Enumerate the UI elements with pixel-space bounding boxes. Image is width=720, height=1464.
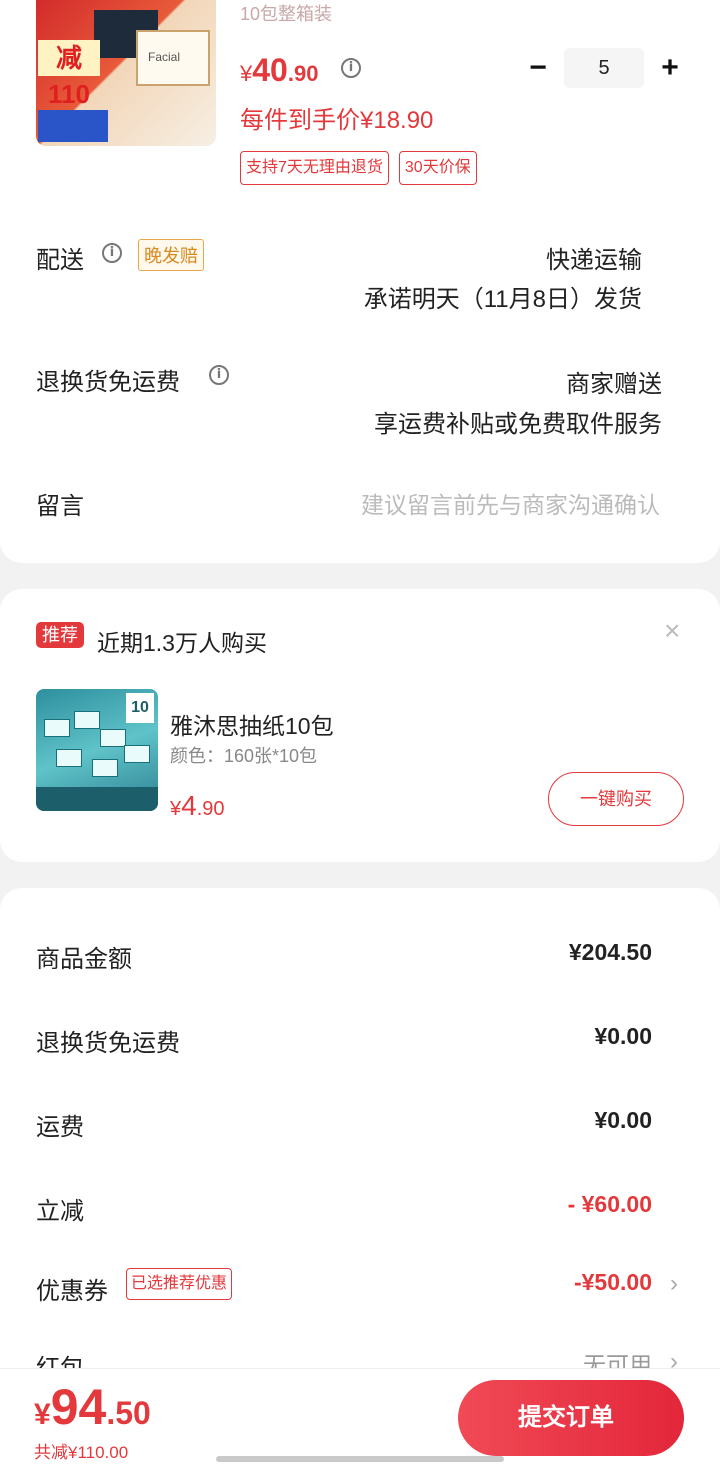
product-price: ¥40.90 — [240, 52, 318, 89]
image-bottom-bar — [36, 787, 158, 811]
product-image-label — [38, 110, 108, 126]
quantity-input[interactable]: 5 — [564, 48, 644, 88]
order-total: ¥94.50 — [34, 1378, 151, 1436]
image-pack — [124, 745, 150, 763]
return-shipping-desc: 享运费补贴或免费取件服务 — [374, 411, 662, 438]
price-integer: 40 — [252, 52, 288, 88]
chevron-right-icon[interactable]: › — [670, 1270, 678, 1298]
submit-order-button[interactable]: 提交订单 — [458, 1380, 684, 1456]
unit-price: 每件到手价¥18.90 — [240, 107, 434, 134]
quantity-stepper: − 5 + — [520, 48, 690, 88]
order-item-card: Facial 减110 10包整箱装 ¥40.90 i 每件到手价¥18.90 … — [0, 0, 720, 563]
goods-amount-value: ¥204.50 — [568, 939, 652, 965]
product-image[interactable]: Facial 减110 — [36, 0, 216, 146]
recommend-product-price: ¥4.90 — [170, 790, 225, 822]
close-icon[interactable]: × — [664, 616, 680, 646]
late-compensation-tag: 晚发赔 — [138, 239, 204, 271]
increase-button[interactable]: + — [652, 48, 688, 88]
product-image-brand: Facial — [148, 50, 181, 64]
goods-amount-label: 商品金额 — [36, 946, 132, 973]
product-image-label — [38, 126, 108, 142]
product-image-promo: 减110 — [38, 40, 100, 109]
recommend-product-name[interactable]: 雅沐思抽纸10包 — [170, 707, 334, 741]
price-currency: ¥ — [240, 61, 253, 86]
return-insurance-label: 退换货免运费 — [36, 1030, 180, 1057]
recommend-product-spec: 颜色：160张*10包 — [170, 746, 318, 766]
price-info-icon[interactable]: i — [341, 58, 361, 78]
price-integer: 4 — [181, 790, 197, 821]
message-label: 留言 — [36, 493, 84, 520]
recommend-title: 近期1.3万人购买 — [97, 630, 267, 656]
return-shipping-info-icon[interactable]: i — [209, 365, 229, 385]
return-shipping-label: 退换货免运费 — [36, 369, 180, 396]
image-pack — [92, 759, 118, 777]
recommend-badge: 推荐 — [36, 622, 84, 648]
coupon-value[interactable]: -¥50.00 — [574, 1269, 652, 1296]
shipping-fee-value: ¥0.00 — [594, 1107, 652, 1133]
decrease-button[interactable]: − — [520, 48, 556, 88]
return-insurance-value: ¥0.00 — [594, 1023, 652, 1049]
delivery-promise: 承诺明天（11月8日）发货 — [363, 286, 642, 313]
shipping-fee-label: 运费 — [36, 1114, 84, 1141]
delivery-info-icon[interactable]: i — [102, 243, 122, 263]
delivery-label: 配送 — [36, 247, 84, 274]
recommend-product-image[interactable]: 10 — [36, 689, 158, 811]
image-count-badge: 10 — [126, 693, 154, 723]
coupon-recommend-tag: 已选推荐优惠 — [126, 1268, 233, 1300]
service-tags: 支持7天无理由退货 30天价保 — [240, 151, 477, 185]
total-currency: ¥ — [34, 1398, 51, 1431]
quick-buy-button[interactable]: 一键购买 — [548, 772, 684, 826]
price-decimal: .90 — [196, 798, 225, 820]
image-pack — [100, 729, 126, 747]
instant-discount-label: 立减 — [36, 1198, 84, 1225]
instant-discount-value: - ¥60.00 — [567, 1191, 652, 1217]
price-currency: ¥ — [170, 798, 182, 820]
coupon-label: 优惠券 — [36, 1278, 108, 1305]
home-indicator — [216, 1456, 504, 1462]
image-pack — [56, 749, 82, 767]
total-decimal: .50 — [106, 1395, 151, 1431]
product-image-box: Facial — [136, 30, 210, 86]
price-decimal: .90 — [287, 61, 319, 86]
total-integer: 94 — [50, 1379, 107, 1435]
image-pack — [74, 711, 100, 729]
delivery-method: 快递运输 — [546, 247, 642, 274]
total-saved: 共减¥110.00 — [34, 1443, 129, 1462]
price-protect-tag: 30天价保 — [398, 151, 477, 185]
return-shipping-value: 商家赠送 — [566, 371, 662, 398]
product-title: 10包整箱装 — [240, 4, 333, 24]
message-input[interactable]: 建议留言前先与商家沟通确认 — [361, 486, 660, 520]
return-policy-tag: 支持7天无理由退货 — [240, 151, 389, 185]
image-pack — [44, 719, 70, 737]
